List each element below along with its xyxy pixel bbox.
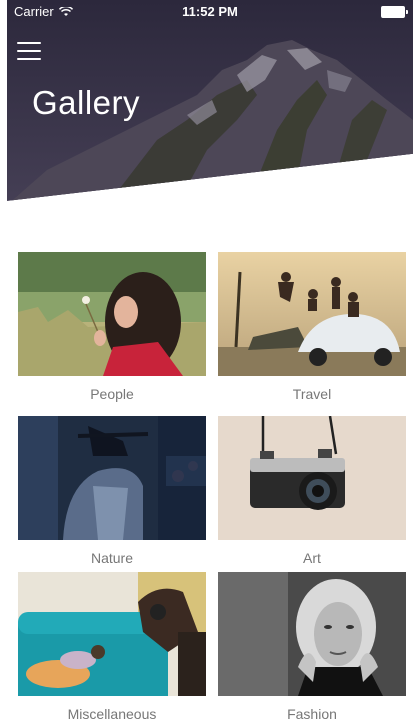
gallery-tile-people[interactable]: People — [18, 252, 206, 402]
gallery-tile-miscellaneous[interactable]: Miscellaneous — [18, 572, 206, 722]
status-bar: Carrier 11:52 PM — [7, 0, 413, 22]
tile-label: Nature — [90, 550, 134, 566]
menu-line — [17, 50, 41, 52]
gallery-tile-art[interactable]: Art — [218, 416, 406, 566]
tile-label: Miscellaneous — [67, 706, 157, 722]
nature-thumbnail — [18, 416, 206, 540]
gallery-grid: People Travel Nature Art Miscellaneous F… — [18, 252, 406, 724]
travel-thumbnail — [218, 252, 406, 376]
gallery-tile-fashion[interactable]: Fashion — [218, 572, 406, 722]
tile-label: Travel — [292, 386, 332, 402]
fashion-thumbnail — [218, 572, 406, 696]
battery-icon — [381, 6, 408, 18]
status-time: 11:52 PM — [182, 4, 238, 19]
menu-line — [17, 58, 41, 60]
tile-label: People — [90, 386, 134, 402]
page-title: Gallery — [32, 84, 141, 121]
tile-label: Fashion — [287, 706, 337, 722]
art-thumbnail — [218, 416, 406, 540]
gallery-tile-nature[interactable]: Nature — [18, 416, 206, 566]
miscellaneous-thumbnail — [18, 572, 206, 696]
gallery-screen: Carrier 11:52 PM Gallery People Travel N… — [0, 0, 413, 724]
gallery-tile-travel[interactable]: Travel — [218, 252, 406, 402]
people-thumbnail — [18, 252, 206, 376]
tile-label: Art — [303, 550, 321, 566]
hamburger-menu-icon[interactable] — [17, 42, 41, 62]
menu-line — [17, 42, 41, 44]
